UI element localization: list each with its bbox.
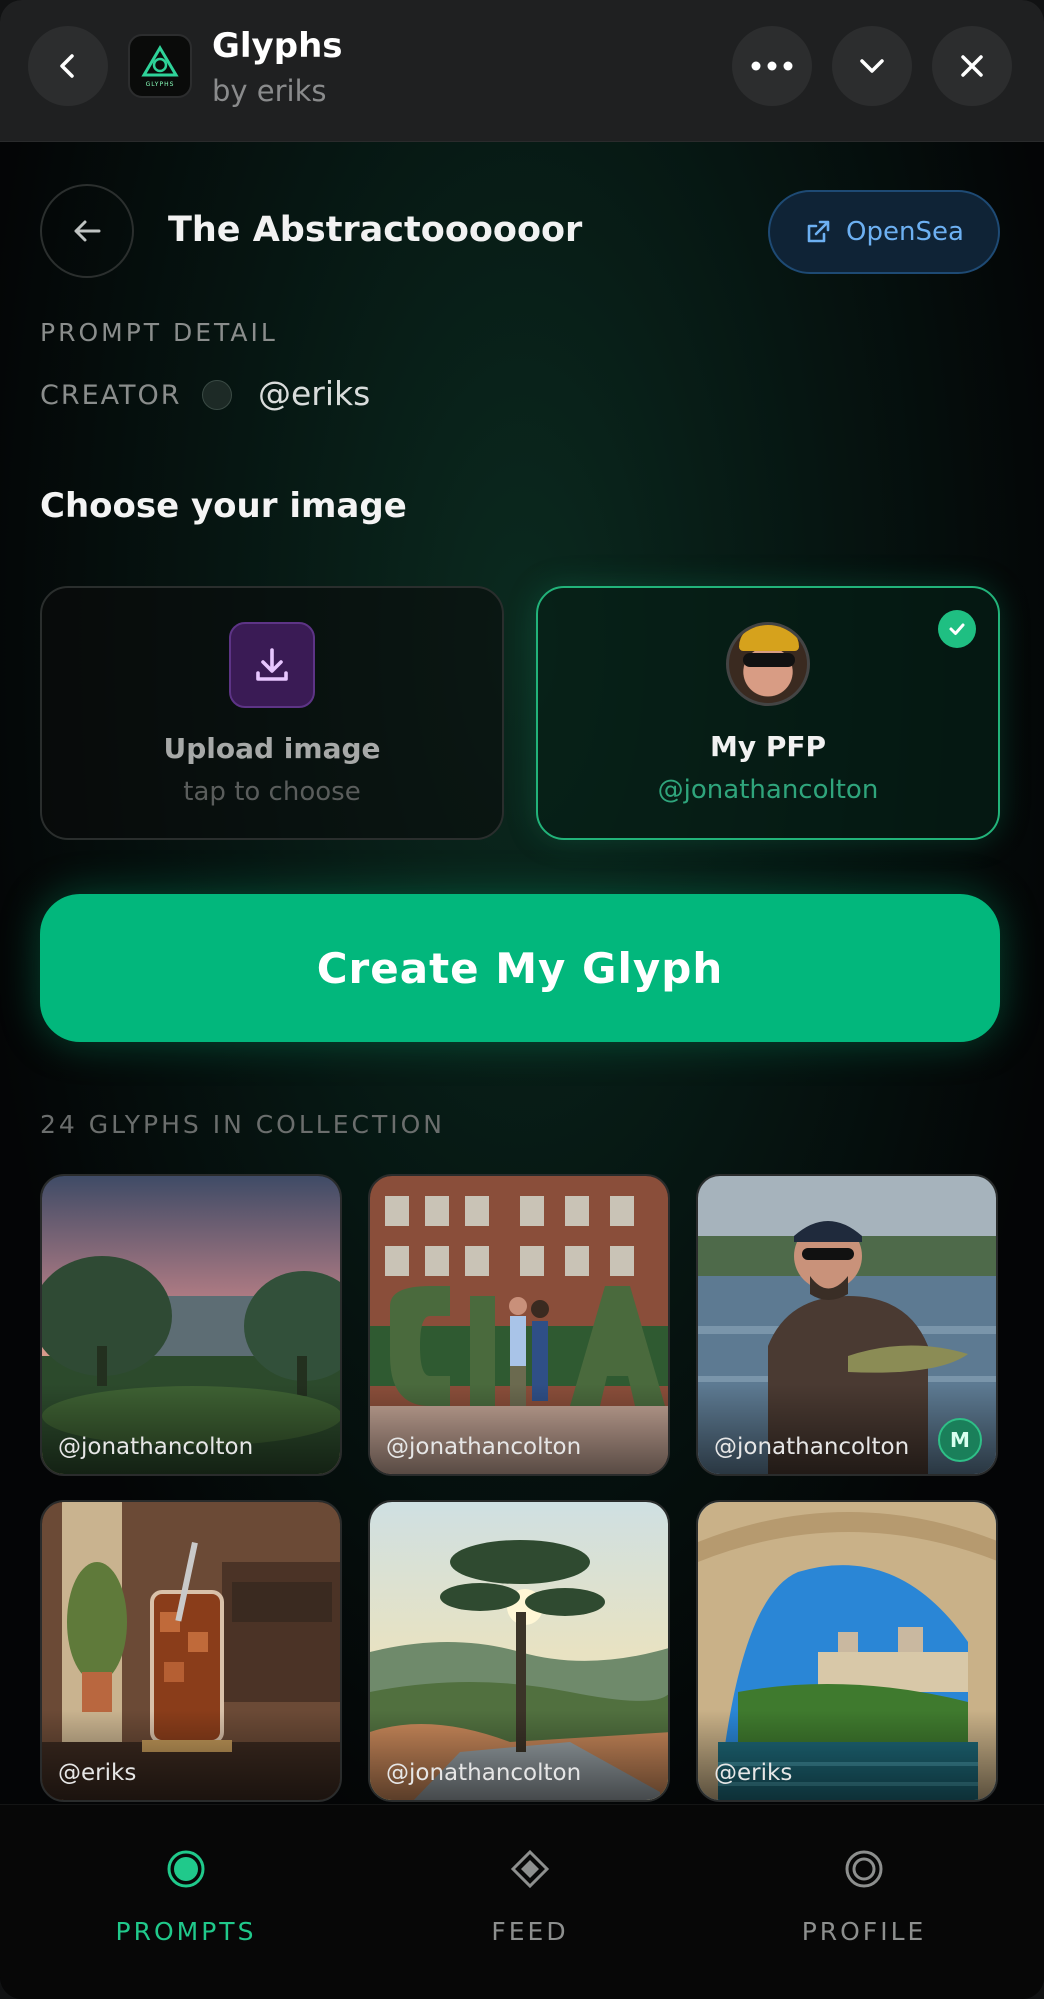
creator-handle[interactable]: @eriks: [258, 374, 370, 413]
creator-label: CREATOR: [40, 380, 182, 411]
upload-title: Upload image: [163, 732, 381, 765]
download-icon: [256, 648, 288, 681]
m-badge: M: [938, 1418, 982, 1462]
creator-avatar: [202, 380, 232, 410]
external-link-icon: [807, 220, 830, 243]
tab-prompts-label: PROMPTS: [115, 1917, 257, 1946]
selected-check-icon: [938, 610, 976, 648]
tile-shade: [370, 1384, 668, 1474]
prompt-back-button[interactable]: [40, 184, 134, 278]
chevron-left-icon: [60, 54, 74, 78]
tab-feed-label: FEED: [491, 1917, 569, 1946]
more-options-button[interactable]: [732, 26, 812, 106]
tile-handle: @jonathancolton: [386, 1434, 582, 1460]
back-button[interactable]: [28, 26, 108, 106]
diamond-icon: [510, 1849, 550, 1889]
create-glyph-button[interactable]: Create My Glyph: [40, 894, 1000, 1042]
ring-icon: [845, 1850, 883, 1888]
upload-icon-box: [229, 622, 315, 708]
app-window: GLYPHS Glyphs by eriks The Abstractooooo…: [0, 0, 1044, 1999]
top-bar: GLYPHS Glyphs by eriks: [0, 0, 1044, 142]
my-pfp-card[interactable]: My PFP @jonathancolton: [536, 586, 1000, 840]
opensea-label: OpenSea: [846, 217, 964, 247]
choose-image-title: Choose your image: [40, 486, 407, 526]
tile-shade: [370, 1710, 668, 1800]
prompt-title: The Abstractoooooor: [168, 210, 583, 250]
tab-prompts[interactable]: PROMPTS: [86, 1849, 286, 1946]
app-title: Glyphs: [212, 26, 343, 66]
arrow-left-icon: [74, 220, 101, 242]
collection-tile[interactable]: @eriks: [40, 1500, 342, 1802]
app-logo: GLYPHS: [128, 34, 192, 98]
close-button[interactable]: [932, 26, 1012, 106]
pfp-handle: @jonathancolton: [657, 775, 879, 805]
collection-tile[interactable]: @jonathancolton: [368, 1174, 670, 1476]
chevron-down-icon: [860, 59, 884, 73]
logo-text: GLYPHS: [145, 80, 175, 88]
collection-count-label: 24 GLYPHS IN COLLECTION: [40, 1110, 445, 1139]
tile-handle: @jonathancolton: [714, 1434, 910, 1460]
tile-handle: @eriks: [58, 1760, 137, 1786]
tile-shade: [42, 1384, 340, 1474]
triangle-logo-icon: [141, 44, 179, 76]
more-dots-icon: [751, 61, 793, 71]
main-content: The Abstractoooooor OpenSea PROMPT DETAI…: [0, 142, 1044, 1804]
upload-image-card[interactable]: Upload image tap to choose: [40, 586, 504, 840]
tab-feed[interactable]: FEED: [430, 1849, 630, 1946]
tab-profile-label: PROFILE: [801, 1917, 927, 1946]
bottom-tab-bar: PROMPTS FEED PROFILE: [0, 1804, 1044, 1999]
section-label: PROMPT DETAIL: [40, 318, 278, 347]
collapse-button[interactable]: [832, 26, 912, 106]
pfp-title: My PFP: [709, 730, 827, 763]
tile-shade: [698, 1710, 996, 1800]
collection-tile[interactable]: @jonathancolton M: [696, 1174, 998, 1476]
opensea-button[interactable]: OpenSea: [768, 190, 1000, 274]
pfp-avatar: [726, 622, 810, 706]
tile-shade: [42, 1710, 340, 1800]
tile-handle: @eriks: [714, 1760, 793, 1786]
radio-dot-icon: [167, 1850, 205, 1888]
app-subtitle: by eriks: [212, 74, 327, 108]
upload-subtitle: tap to choose: [183, 777, 361, 807]
collection-tile[interactable]: @jonathancolton: [368, 1500, 670, 1802]
tab-profile[interactable]: PROFILE: [764, 1849, 964, 1946]
close-icon: [961, 55, 983, 77]
tile-handle: @jonathancolton: [386, 1760, 582, 1786]
collection-tile[interactable]: @jonathancolton: [40, 1174, 342, 1476]
collection-tile[interactable]: @eriks: [696, 1500, 998, 1802]
tile-handle: @jonathancolton: [58, 1434, 254, 1460]
